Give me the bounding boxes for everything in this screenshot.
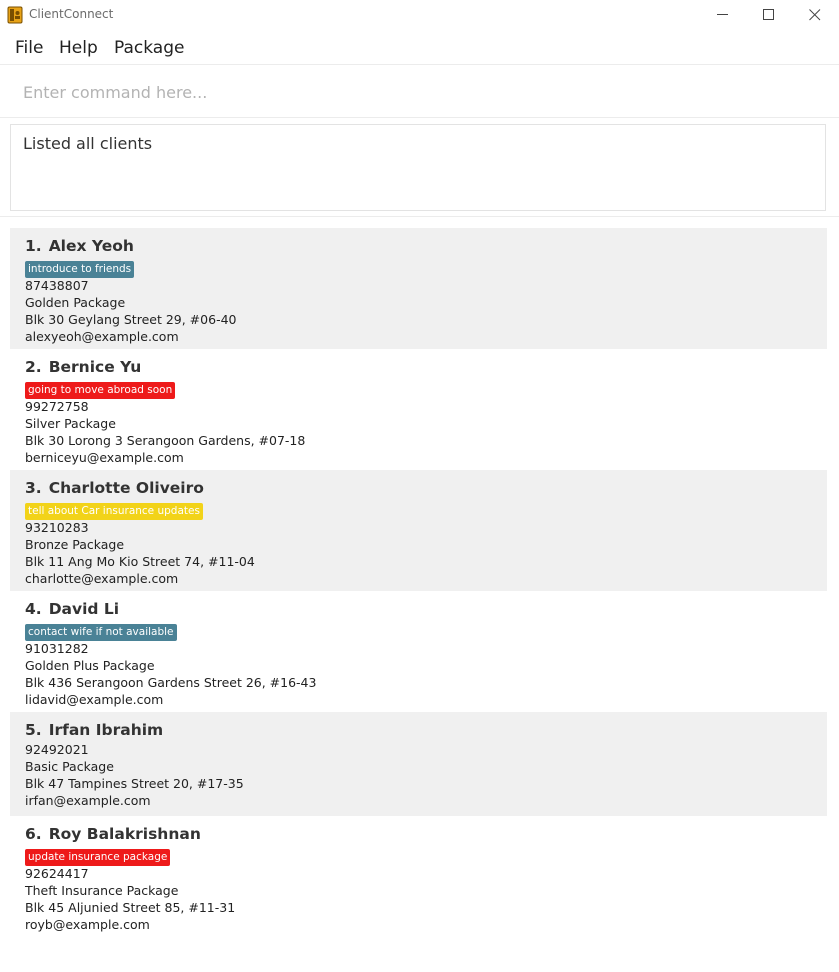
client-name: Charlotte Oliveiro bbox=[48, 479, 204, 497]
client-tag: introduce to friends bbox=[25, 261, 135, 278]
menu-bar: File Help Package bbox=[0, 30, 839, 65]
client-card[interactable]: 3. Charlotte Oliveiro tell about Car insu… bbox=[10, 470, 827, 591]
client-index: 6. bbox=[25, 825, 42, 843]
client-address: Blk 45 Aljunied Street 85, #11-31 bbox=[25, 900, 236, 915]
client-phone: 87438807 bbox=[25, 278, 89, 293]
client-index: 3. bbox=[25, 479, 42, 497]
client-package: Silver Package bbox=[25, 416, 116, 431]
client-package: Bronze Package bbox=[25, 537, 125, 552]
client-email: royb@example.com bbox=[25, 917, 150, 932]
menu-package[interactable]: Package bbox=[114, 38, 184, 58]
client-address: Blk 30 Geylang Street 29, #06-40 bbox=[25, 312, 237, 327]
client-index: 5. bbox=[25, 721, 42, 739]
client-tag: tell about Car insurance updates bbox=[25, 503, 203, 520]
client-package: Golden Package bbox=[25, 295, 126, 310]
client-list[interactable]: 1. Alex Yeoh introduce to friends 8743880… bbox=[10, 228, 827, 937]
minimize-button[interactable] bbox=[700, 0, 746, 30]
result-message: Listed all clients bbox=[23, 134, 153, 153]
client-card[interactable]: 5. Irfan Ibrahim 92492021 Basic Package B… bbox=[10, 712, 827, 816]
client-tag: going to move abroad soon bbox=[25, 382, 176, 399]
client-phone: 92624417 bbox=[25, 866, 89, 881]
tag-row: update insurance package bbox=[25, 845, 812, 866]
client-name: Irfan Ibrahim bbox=[48, 721, 164, 739]
client-card[interactable]: 6. Roy Balakrishnan update insurance pack… bbox=[10, 816, 827, 937]
client-name-row: 2. Bernice Yu bbox=[25, 357, 812, 378]
client-tag: update insurance package bbox=[25, 849, 171, 866]
tag-row: going to move abroad soon bbox=[25, 378, 812, 399]
client-address: Blk 436 Serangoon Gardens Street 26, #16… bbox=[25, 675, 317, 690]
client-email: charlotte@example.com bbox=[25, 571, 179, 586]
tag-row: tell about Car insurance updates bbox=[25, 499, 812, 520]
client-card[interactable]: 1. Alex Yeoh introduce to friends 8743880… bbox=[10, 228, 827, 349]
client-name-row: 1. Alex Yeoh bbox=[25, 236, 812, 257]
command-box bbox=[0, 66, 839, 118]
client-tag: contact wife if not available bbox=[25, 624, 177, 641]
client-email: irfan@example.com bbox=[25, 793, 151, 808]
menu-help[interactable]: Help bbox=[59, 38, 98, 58]
client-phone: 92492021 bbox=[25, 742, 89, 757]
client-email: alexyeoh@example.com bbox=[25, 329, 179, 344]
client-package: Golden Plus Package bbox=[25, 658, 155, 673]
client-card[interactable]: 2. Bernice Yu going to move abroad soon 9… bbox=[10, 349, 827, 470]
client-name: Bernice Yu bbox=[48, 358, 142, 376]
app-logo-icon bbox=[7, 6, 23, 24]
title-bar: ClientConnect bbox=[0, 0, 839, 30]
menu-file[interactable]: File bbox=[15, 38, 43, 58]
client-address: Blk 47 Tampines Street 20, #17-35 bbox=[25, 776, 244, 791]
client-email: berniceyu@example.com bbox=[25, 450, 184, 465]
window-title: ClientConnect bbox=[29, 7, 114, 21]
divider bbox=[0, 216, 839, 217]
client-package: Basic Package bbox=[25, 759, 114, 774]
command-input[interactable] bbox=[10, 74, 826, 110]
client-email: lidavid@example.com bbox=[25, 692, 164, 707]
client-package: Theft Insurance Package bbox=[25, 883, 179, 898]
maximize-button[interactable] bbox=[746, 0, 792, 30]
client-address: Blk 30 Lorong 3 Serangoon Gardens, #07-1… bbox=[25, 433, 306, 448]
client-name-row: 5. Irfan Ibrahim bbox=[25, 720, 812, 741]
client-phone: 93210283 bbox=[25, 520, 89, 535]
client-name: David Li bbox=[48, 600, 120, 618]
close-button[interactable] bbox=[792, 0, 838, 30]
client-name-row: 6. Roy Balakrishnan bbox=[25, 824, 812, 845]
client-phone: 91031282 bbox=[25, 641, 89, 656]
client-phone: 99272758 bbox=[25, 399, 89, 414]
client-name-row: 4. David Li bbox=[25, 599, 812, 620]
tag-row: contact wife if not available bbox=[25, 620, 812, 641]
client-index: 1. bbox=[25, 237, 42, 255]
client-name: Alex Yeoh bbox=[48, 237, 134, 255]
client-index: 4. bbox=[25, 600, 42, 618]
client-address: Blk 11 Ang Mo Kio Street 74, #11-04 bbox=[25, 554, 255, 569]
client-name-row: 3. Charlotte Oliveiro bbox=[25, 478, 812, 499]
result-display: Listed all clients bbox=[10, 124, 826, 211]
client-card[interactable]: 4. David Li contact wife if not available… bbox=[10, 591, 827, 712]
client-name: Roy Balakrishnan bbox=[48, 825, 201, 843]
client-index: 2. bbox=[25, 358, 42, 376]
tag-row: introduce to friends bbox=[25, 257, 812, 278]
